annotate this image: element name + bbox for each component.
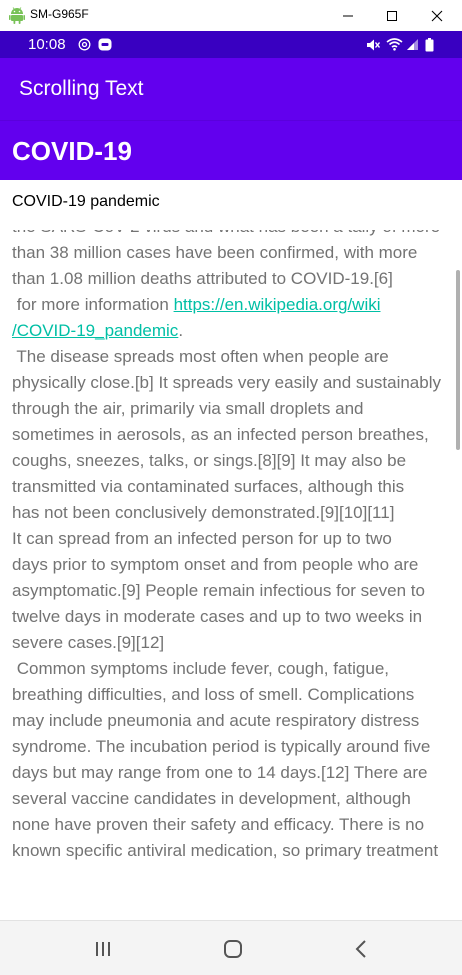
scrolling-text-content: the SARS-CoV-2 virus and what has been a…	[12, 230, 452, 864]
scrollbar[interactable]	[456, 270, 460, 450]
recent-apps-button[interactable]	[89, 935, 117, 963]
text-line: coughs, sneezes, talks, or sings.[8][9] …	[12, 451, 407, 470]
text-line: than 38 million cases have been confirme…	[12, 243, 418, 262]
minimize-icon	[343, 15, 353, 16]
navigation-bar	[0, 920, 462, 975]
text-line: sometimes in aerosols, as an infected pe…	[12, 425, 429, 444]
link-line: for more information https://en.wikipedi…	[12, 292, 452, 318]
text-line: transmitted via contaminated surfaces, a…	[12, 477, 405, 496]
text-line: It can spread from an infected person fo…	[12, 529, 392, 548]
close-icon	[431, 10, 443, 21]
text-line: several vaccine candidates in developmen…	[12, 789, 411, 808]
text-line: Common symptoms include fever, cough, fa…	[12, 659, 390, 678]
emulator-window: SM-G965F 10:08 Scrolling Text COVID-19 C…	[0, 0, 462, 975]
signal-icon	[407, 39, 418, 50]
scrolling-text-view[interactable]: the SARS-CoV-2 virus and what has been a…	[0, 230, 462, 920]
text-line: syndrome. The incubation period is typic…	[12, 737, 431, 756]
status-bar: 10:08	[0, 31, 462, 58]
text-line: may include pneumonia and acute respirat…	[12, 711, 420, 730]
notification-icon	[98, 38, 112, 51]
status-time: 10:08	[28, 36, 66, 53]
text-line: days but may range from one to 14 days.[…	[12, 763, 428, 782]
text-line: none have proven their safety and effica…	[12, 815, 425, 834]
wifi-icon	[386, 38, 403, 51]
header-title: COVID-19	[12, 136, 132, 166]
maximize-button[interactable]	[369, 0, 415, 31]
text-line: asymptomatic.[9] People remain infectiou…	[12, 581, 425, 600]
at-sign-icon	[78, 38, 91, 51]
article-subheading: COVID-19 pandemic	[12, 193, 160, 210]
maximize-icon	[387, 10, 397, 21]
window-titlebar: SM-G965F	[0, 0, 462, 32]
wikipedia-link-continued[interactable]: /COVID-19_pandemic	[12, 321, 178, 340]
text-line: than 1.08 million deaths attributed to C…	[12, 269, 393, 288]
wikipedia-link[interactable]: https://en.wikipedia.org/wiki	[174, 295, 381, 314]
close-button[interactable]	[414, 0, 460, 31]
minimize-button[interactable]	[325, 0, 371, 31]
link-line-continued: /COVID-19_pandemic.	[12, 318, 452, 344]
android-icon	[9, 7, 25, 24]
text-line: physically close.[b] It spreads very eas…	[12, 373, 441, 392]
app-title: Scrolling Text	[19, 77, 144, 100]
link-intro-text: for more information	[12, 295, 174, 314]
text-line: breathing difficulties, and loss of smel…	[12, 685, 415, 704]
recent-apps-icon	[96, 942, 110, 956]
home-button[interactable]	[219, 935, 247, 963]
window-title: SM-G965F	[30, 7, 89, 21]
text-line: known specific antiviral medication, so …	[12, 841, 439, 860]
app-bar: Scrolling Text	[0, 58, 462, 120]
back-button[interactable]	[347, 935, 375, 963]
text-line: has not been conclusively demonstrated.[…	[12, 503, 395, 522]
header-band: COVID-19	[0, 120, 462, 180]
text-line: days prior to symptom onset and from peo…	[12, 555, 419, 574]
link-suffix: .	[178, 321, 184, 340]
mute-icon	[367, 39, 380, 51]
text-line: through the air, primarily via small dro…	[12, 399, 364, 418]
battery-icon	[425, 38, 434, 52]
text-line: twelve days in moderate cases and up to …	[12, 607, 423, 626]
text-line: severe cases.[9][12]	[12, 633, 165, 652]
text-line: the SARS-CoV-2 virus and what has been a…	[12, 230, 452, 240]
back-icon	[355, 940, 366, 958]
home-icon	[224, 940, 242, 958]
text-line: The disease spreads most often when peop…	[12, 347, 389, 366]
